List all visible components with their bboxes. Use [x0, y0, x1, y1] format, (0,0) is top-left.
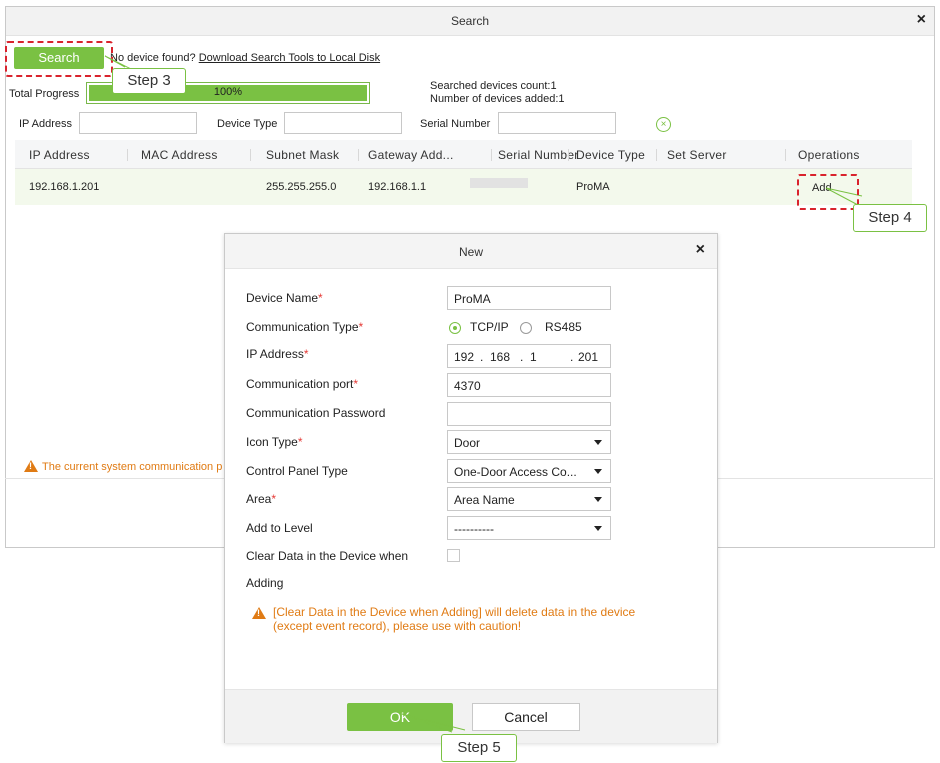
step4-callout: Step 4 — [853, 204, 927, 232]
callout-pointers — [104, 55, 863, 733]
step3-callout: Step 3 — [112, 68, 186, 94]
step5-callout: Step 5 — [441, 734, 517, 762]
step4-highlight — [797, 174, 859, 210]
